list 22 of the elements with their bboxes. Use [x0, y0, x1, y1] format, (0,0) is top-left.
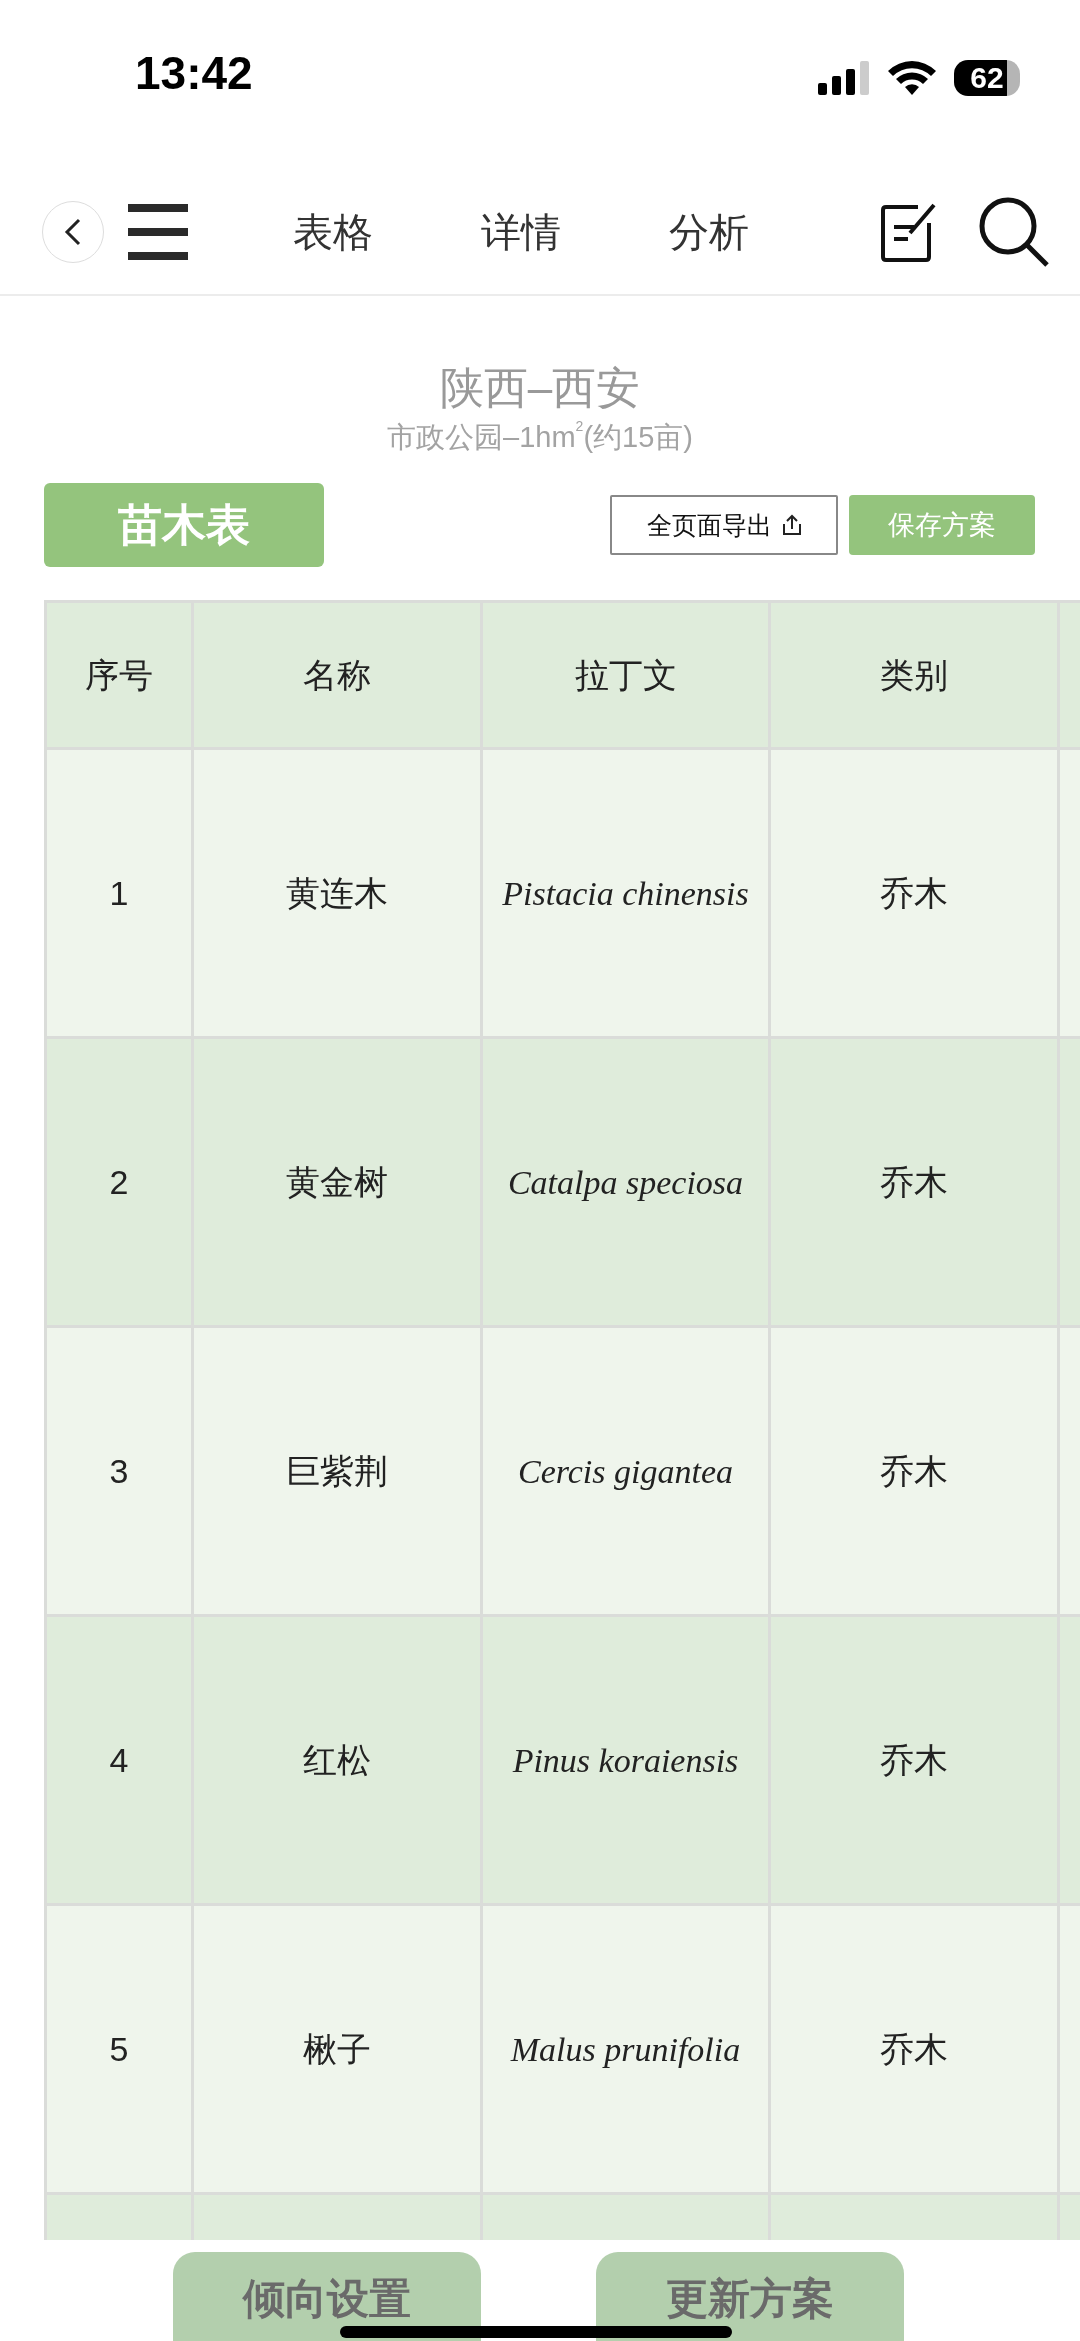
search-icon[interactable] [978, 196, 1050, 268]
nav-tab[interactable]: 表格 [293, 202, 373, 262]
wifi-icon [888, 61, 936, 95]
menu-icon[interactable] [128, 204, 188, 260]
signal-icon [818, 61, 870, 95]
table-cell: 4 [45, 1616, 193, 1905]
status-time: 13:42 [135, 47, 253, 99]
nav-tab[interactable]: 分析 [669, 202, 749, 262]
battery-indicator: 62 [954, 60, 1020, 96]
table-cell: 1 [45, 749, 193, 1038]
export-button[interactable]: 全页面导出 [610, 495, 838, 556]
page-title: 陕西–西安 [438, 362, 642, 414]
nav-tab[interactable]: 详情 [481, 202, 561, 262]
table-cell: 3 [45, 1327, 193, 1616]
table-label: 苗木表 [44, 483, 324, 568]
column-header: 序号 [45, 602, 193, 749]
share-icon [781, 514, 802, 537]
edit-note-icon[interactable] [880, 201, 938, 263]
table-cell: 2 [45, 1038, 193, 1327]
chevron-left-icon [63, 217, 83, 247]
table-cell: 5 [45, 1905, 193, 2194]
page-subtitle: 市政公园–1hm$^{2}$(约15亩) [386, 418, 694, 455]
